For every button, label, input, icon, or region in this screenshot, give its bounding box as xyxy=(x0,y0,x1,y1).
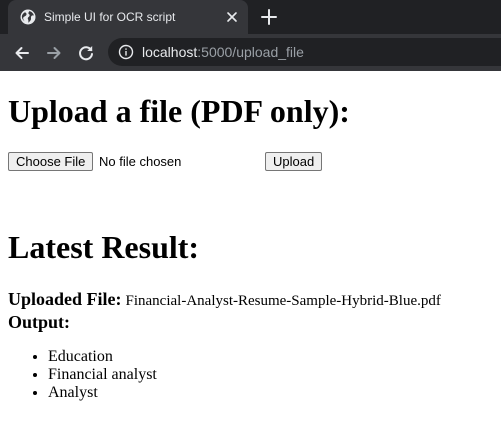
globe-icon xyxy=(20,9,36,25)
url-path: :5000/upload_file xyxy=(197,44,304,60)
url-host: localhost xyxy=(142,44,198,60)
close-icon[interactable] xyxy=(224,9,240,25)
output-list: Education Financial analyst Analyst xyxy=(0,348,157,402)
upload-button[interactable]: Upload xyxy=(265,152,323,171)
browser-tabstrip: Simple UI for OCR script xyxy=(0,0,501,34)
uploaded-file-line: Uploaded File: Financial-Analyst-Resume-… xyxy=(8,289,441,311)
choose-file-button[interactable]: Choose File xyxy=(8,152,94,171)
forward-arrow-icon[interactable] xyxy=(44,43,64,63)
browser-tab[interactable]: Simple UI for OCR script xyxy=(8,0,248,34)
uploaded-file-label: Uploaded File: xyxy=(8,289,122,309)
browser-toolbar: localhost:5000/upload_file xyxy=(0,34,501,71)
result-heading: Latest Result: xyxy=(8,229,200,265)
back-arrow-icon[interactable] xyxy=(12,43,32,63)
address-bar[interactable]: localhost:5000/upload_file xyxy=(108,38,501,66)
page-content: Upload a file (PDF only): Choose File No… xyxy=(0,71,501,443)
info-icon[interactable] xyxy=(118,44,134,60)
file-status-text: No file chosen xyxy=(99,154,182,169)
reload-icon[interactable] xyxy=(76,43,96,63)
list-item: Financial analyst xyxy=(48,366,157,384)
url-text[interactable]: localhost:5000/upload_file xyxy=(142,44,304,60)
uploaded-file-name: Financial-Analyst-Resume-Sample-Hybrid-B… xyxy=(125,293,441,309)
tab-title: Simple UI for OCR script xyxy=(44,10,176,24)
list-item: Education xyxy=(48,348,157,366)
list-item: Analyst xyxy=(48,384,157,402)
output-label: Output: xyxy=(8,312,71,332)
upload-heading: Upload a file (PDF only): xyxy=(8,93,350,129)
plus-icon[interactable] xyxy=(259,7,279,27)
